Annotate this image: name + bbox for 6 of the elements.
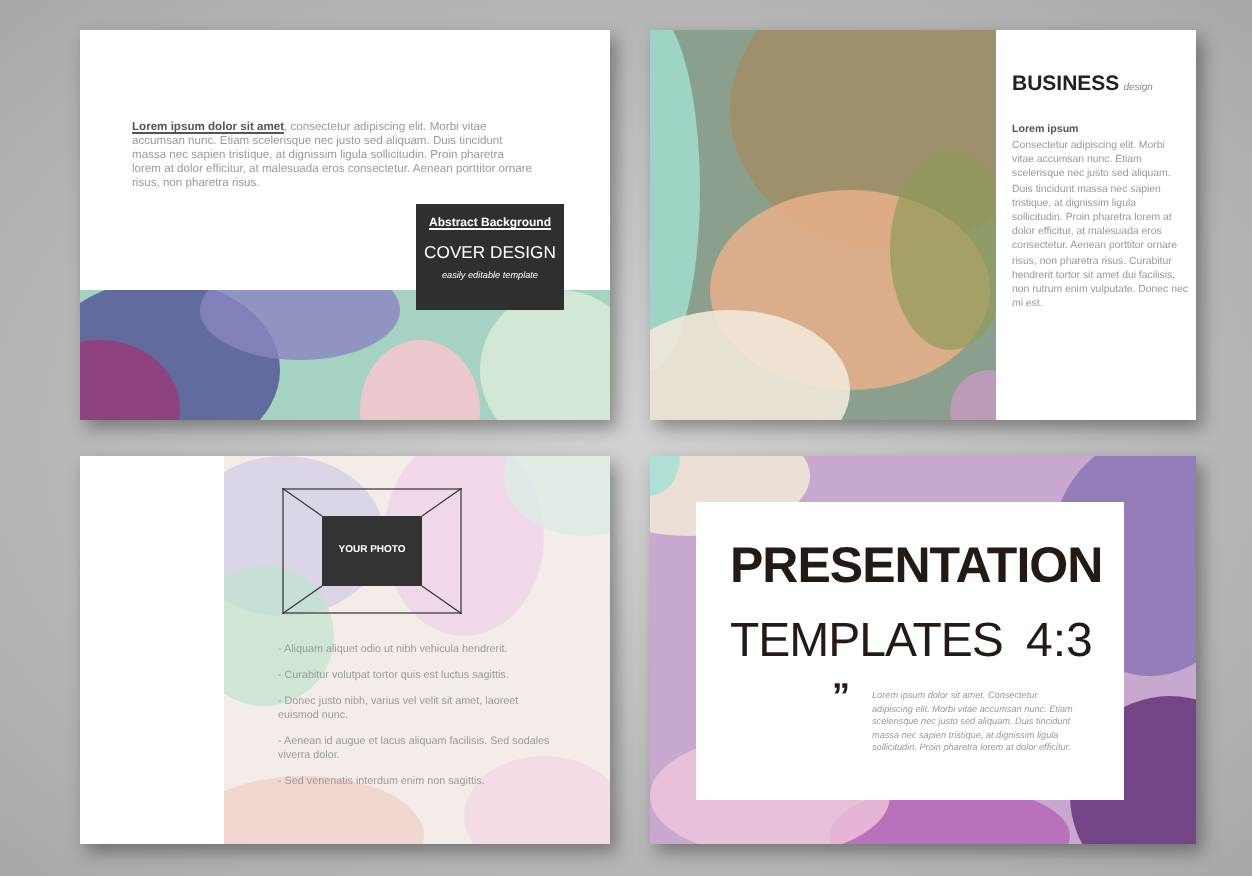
ratio-label: 4:3 — [1026, 612, 1093, 672]
title-line: PRESENTATION — [730, 536, 1103, 598]
quote-mark: ” — [832, 678, 850, 714]
title-line: TEMPLATES — [730, 612, 1003, 672]
business-heading: BUSINESS — [1012, 72, 1120, 96]
badge-title: COVER DESIGN — [422, 240, 558, 266]
